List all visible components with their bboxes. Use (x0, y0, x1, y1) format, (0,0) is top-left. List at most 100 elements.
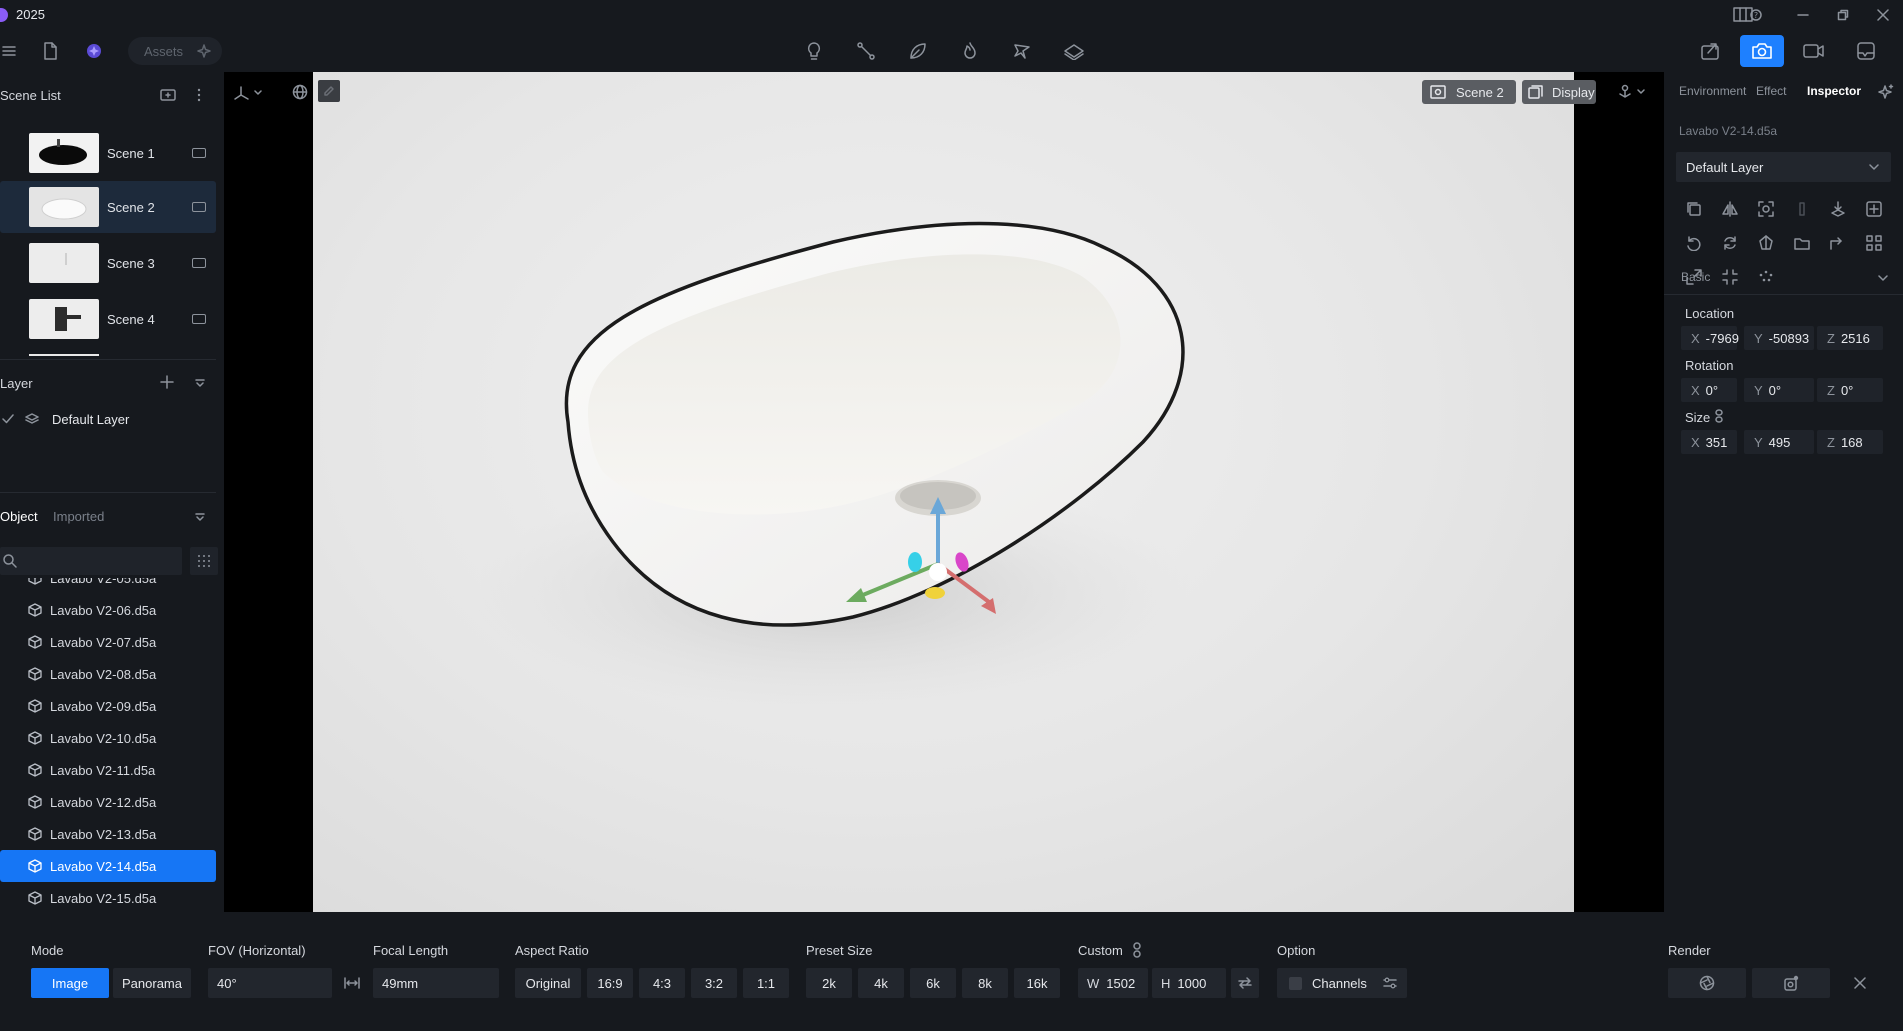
object-list-item[interactable]: Lavabo V2-12.d5a (0, 786, 216, 818)
object-list-item[interactable]: Lavabo V2-09.d5a (0, 690, 216, 722)
scene-item[interactable]: Scene 1 (0, 127, 216, 179)
brush-icon[interactable] (1004, 33, 1040, 69)
basic-collapse-icon[interactable] (1878, 274, 1888, 282)
scene-item[interactable]: Scene 4 (0, 293, 216, 345)
link-proportions-icon[interactable] (1714, 409, 1724, 423)
focus-icon[interactable] (1753, 196, 1779, 222)
tab-environment[interactable]: Environment (1679, 84, 1746, 98)
location-z-field[interactable]: Z 2516 (1817, 326, 1883, 350)
layer-collapse-icon[interactable] (194, 378, 206, 388)
focal-length-input[interactable]: 49mm (373, 968, 499, 998)
preset-size-option[interactable]: 6k (910, 968, 956, 998)
assets-button[interactable]: Assets (128, 37, 222, 65)
custom-height-input[interactable]: H 1000 (1152, 968, 1226, 998)
layer-select[interactable]: Default Layer (1676, 152, 1891, 182)
path-tool-icon[interactable] (848, 33, 884, 69)
layer-item-label[interactable]: Default Layer (52, 412, 129, 427)
grid-view-button[interactable] (190, 547, 218, 575)
channels-option[interactable]: Channels (1277, 968, 1407, 998)
scene-item[interactable]: Scene 3 (0, 237, 216, 289)
folder-icon[interactable] (1789, 230, 1815, 256)
object-search-input[interactable] (0, 547, 182, 575)
link-fov-focal-icon[interactable] (344, 976, 360, 990)
camera-button[interactable] (1740, 35, 1784, 67)
scene-camera-icon[interactable] (192, 314, 206, 324)
drop-to-ground-icon[interactable] (1825, 196, 1851, 222)
pen-tool-button[interactable] (318, 80, 340, 102)
render-settings-button[interactable] (1668, 968, 1746, 998)
render-image-button[interactable] (1752, 968, 1830, 998)
preset-size-option[interactable]: 2k (806, 968, 852, 998)
object-list-item[interactable]: Lavabo V2-10.d5a (0, 722, 216, 754)
mode-panorama-button[interactable]: Panorama (113, 968, 191, 998)
display-chip[interactable]: Display (1522, 80, 1596, 104)
undo-icon[interactable] (1681, 230, 1707, 256)
group-icon[interactable] (1861, 230, 1887, 256)
size-x-field[interactable]: X 351 (1681, 430, 1737, 454)
aspect-ratio-option[interactable]: 3:2 (691, 968, 737, 998)
add-layer-icon[interactable] (160, 375, 174, 389)
object-list-item[interactable]: Lavabo V2-08.d5a (0, 658, 216, 690)
replace-icon[interactable] (1825, 230, 1851, 256)
fov-input[interactable]: 40° (208, 968, 332, 998)
mirror-icon[interactable] (1717, 196, 1743, 222)
axis-view-icon[interactable] (233, 84, 263, 102)
size-z-field[interactable]: Z 168 (1817, 430, 1883, 454)
scene-chip[interactable]: Scene 2 (1422, 80, 1516, 104)
copy-icon[interactable] (1681, 196, 1707, 222)
close-window-button[interactable] (1868, 5, 1898, 25)
custom-link-icon[interactable] (1132, 942, 1142, 958)
leaf-icon[interactable] (900, 33, 936, 69)
mode-image-button[interactable]: Image (31, 968, 109, 998)
object-list-item[interactable]: Lavabo V2-13.d5a (0, 818, 216, 850)
more-options-icon[interactable] (196, 88, 202, 102)
minimize-button[interactable] (1788, 5, 1818, 25)
preset-size-option[interactable]: 4k (858, 968, 904, 998)
menu-icon[interactable] (0, 33, 18, 69)
scene-item[interactable]: Scene 2 (0, 181, 216, 233)
object-list-item[interactable]: Lavabo V2-14.d5a (0, 850, 216, 882)
render-canvas[interactable] (313, 72, 1574, 912)
object-list-item[interactable]: Lavabo V2-06.d5a (0, 594, 216, 626)
tab-object[interactable]: Object (0, 509, 38, 524)
scene-camera-icon[interactable] (192, 148, 206, 158)
scene-camera-icon[interactable] (192, 258, 206, 268)
tab-imported[interactable]: Imported (53, 509, 104, 524)
object-filter-icon[interactable] (194, 512, 206, 522)
location-y-field[interactable]: Y -50893 (1744, 326, 1814, 350)
globe-icon[interactable] (292, 84, 308, 100)
ai-sparkle-icon[interactable] (1878, 84, 1894, 100)
object-list-item[interactable]: Lavabo V2-07.d5a (0, 626, 216, 658)
channels-checkbox[interactable] (1289, 976, 1302, 990)
video-icon[interactable] (1796, 33, 1832, 69)
tab-effect[interactable]: Effect (1756, 84, 1786, 98)
snap-options-icon[interactable] (1617, 83, 1647, 101)
size-y-field[interactable]: Y 495 (1744, 430, 1814, 454)
material-icon[interactable] (1753, 230, 1779, 256)
fire-icon[interactable] (952, 33, 988, 69)
aspect-ratio-option[interactable]: 1:1 (743, 968, 789, 998)
plugin-icon[interactable] (76, 33, 112, 69)
custom-width-input[interactable]: W 1502 (1078, 968, 1148, 998)
aspect-ratio-option[interactable]: 16:9 (587, 968, 633, 998)
restore-button[interactable] (1828, 5, 1858, 25)
help-icon[interactable]: ? (1748, 5, 1764, 25)
new-file-icon[interactable] (32, 33, 68, 69)
object-list-item[interactable]: Lavabo V2-05.d5a (0, 578, 216, 594)
aspect-ratio-option[interactable]: 4:3 (639, 968, 685, 998)
swap-dimensions-button[interactable] (1231, 968, 1259, 998)
gallery-icon[interactable] (1848, 33, 1884, 69)
location-x-field[interactable]: X -7969 (1681, 326, 1739, 350)
terrain-icon[interactable] (1056, 33, 1092, 69)
collapse-icon[interactable] (1717, 264, 1743, 290)
scatter-icon[interactable] (1753, 264, 1779, 290)
preset-size-option[interactable]: 8k (962, 968, 1008, 998)
tab-inspector[interactable]: Inspector (1807, 84, 1861, 98)
export-icon[interactable] (1692, 33, 1728, 69)
rotation-x-field[interactable]: X 0° (1681, 378, 1737, 402)
scene-camera-icon[interactable] (192, 202, 206, 212)
object-list-item[interactable]: Lavabo V2-15.d5a (0, 882, 216, 914)
refresh-icon[interactable] (1717, 230, 1743, 256)
object-list-item[interactable]: Lavabo V2-11.d5a (0, 754, 216, 786)
preset-size-option[interactable]: 16k (1014, 968, 1060, 998)
